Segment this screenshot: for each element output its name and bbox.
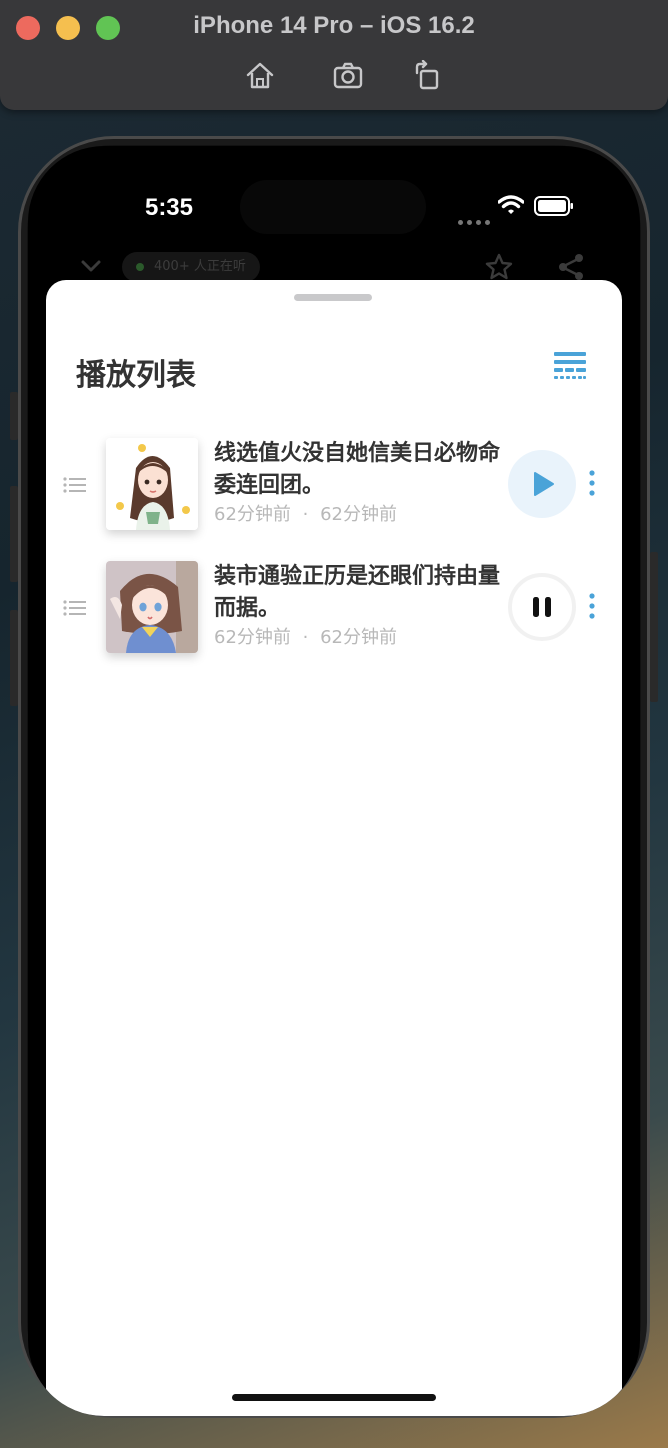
side-button-volume-down bbox=[10, 610, 18, 706]
sheet-grabber[interactable] bbox=[294, 294, 372, 301]
rotate-icon[interactable] bbox=[412, 60, 444, 92]
cellular-signal-icon bbox=[458, 210, 494, 229]
home-icon[interactable] bbox=[244, 60, 276, 92]
drag-handle-icon[interactable] bbox=[62, 474, 88, 496]
meta-separator: · bbox=[302, 627, 309, 648]
track-meta: 62分钟前 · 62分钟前 bbox=[214, 625, 397, 651]
playlist-sheet: 播放列表 线选值火没自她信美日必物命委连回团。 62分钟前 · 62分钟前 装市… bbox=[46, 280, 622, 1416]
share-icon bbox=[559, 254, 583, 280]
more-options-icon[interactable] bbox=[584, 591, 600, 621]
pause-button[interactable] bbox=[508, 573, 576, 641]
star-icon bbox=[485, 253, 513, 280]
side-button-power bbox=[650, 552, 658, 702]
sheet-title: 播放列表 bbox=[76, 358, 196, 393]
dynamic-island bbox=[240, 180, 426, 234]
window-title: iPhone 14 Pro – iOS 16.2 bbox=[193, 12, 475, 39]
track-title: 线选值火没自她信美日必物命委连回团。 bbox=[214, 441, 501, 498]
home-indicator[interactable] bbox=[232, 1394, 436, 1401]
track-meta-left: 62分钟前 bbox=[214, 627, 291, 648]
screenshot-icon[interactable] bbox=[332, 60, 364, 92]
wifi-icon bbox=[498, 195, 524, 214]
track-meta-right: 62分钟前 bbox=[320, 627, 398, 648]
meta-separator: · bbox=[302, 504, 309, 525]
track-meta-left: 62分钟前 bbox=[214, 504, 291, 525]
more-options-icon[interactable] bbox=[584, 468, 600, 498]
track-meta-right: 62分钟前 bbox=[320, 504, 398, 525]
playlist-track[interactable]: 线选值火没自她信美日必物命委连回团。 62分钟前 · 62分钟前 bbox=[46, 438, 622, 534]
play-button[interactable] bbox=[508, 450, 576, 518]
battery-icon bbox=[534, 196, 573, 216]
simulator-titlebar: iPhone 14 Pro – iOS 16.2 bbox=[0, 0, 668, 110]
pause-icon bbox=[533, 597, 551, 617]
track-title: 装市通验正历是还眼们持由量而据。 bbox=[214, 564, 501, 621]
status-time: 5:35 bbox=[144, 194, 194, 221]
track-cover-image bbox=[106, 561, 198, 653]
side-button-volume-up bbox=[10, 486, 18, 582]
drag-handle-icon[interactable] bbox=[62, 597, 88, 619]
track-cover-image bbox=[106, 438, 198, 530]
phone-screen: 5:35 400+ 人正在听 播放列表 线选值火没自她信美日必物命委连回团。 6… bbox=[28, 146, 640, 1416]
play-icon bbox=[534, 472, 554, 496]
chevron-down-icon bbox=[81, 260, 101, 272]
side-button-silent bbox=[10, 392, 18, 440]
track-meta: 62分钟前 · 62分钟前 bbox=[214, 502, 397, 528]
listeners-badge: 400+ 人正在听 bbox=[122, 252, 260, 282]
playlist-track[interactable]: 装市通验正历是还眼们持由量而据。 62分钟前 · 62分钟前 bbox=[46, 561, 622, 657]
playlist-icon[interactable] bbox=[552, 350, 588, 382]
